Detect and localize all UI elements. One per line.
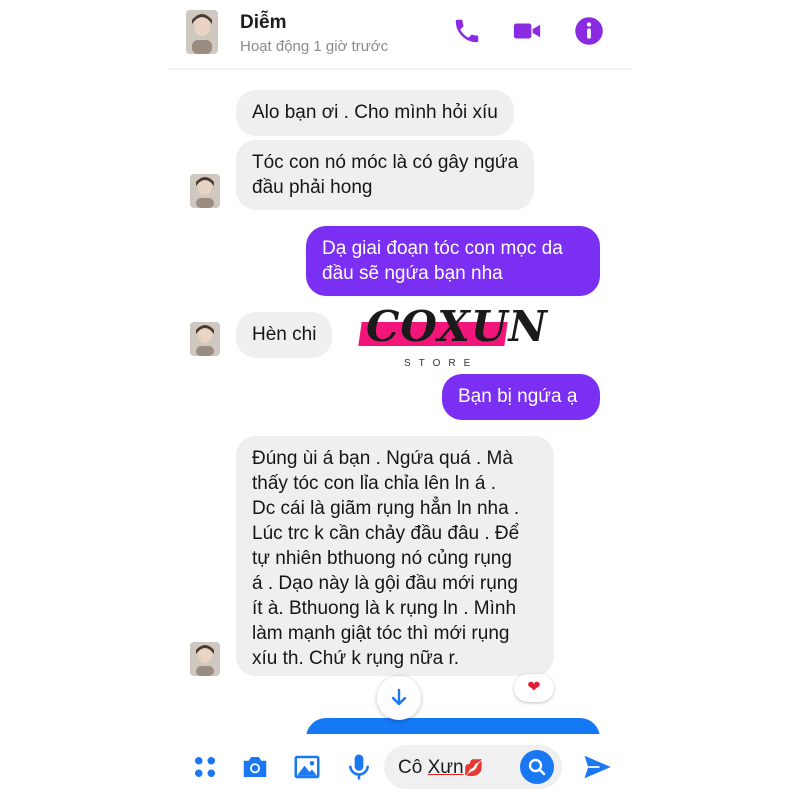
message-line: xíu th. Chứ k rụng nữa r. xyxy=(252,648,460,669)
message-line: làm mạnh giật tóc thì mới rụng xyxy=(252,623,510,644)
message-input[interactable]: Cô Xưn💋 xyxy=(384,745,562,789)
watermark-subtitle: STORE xyxy=(404,358,479,369)
message-list[interactable]: Alo bạn ơi . Cho mình hỏi xíu Tóc con nó… xyxy=(168,70,632,758)
info-icon[interactable] xyxy=(574,16,604,46)
message-bubble-incoming[interactable]: Alo bạn ơi . Cho mình hỏi xíu xyxy=(236,90,514,136)
message-input-text: Cô Xưn💋 xyxy=(398,757,483,779)
apps-grid-icon[interactable] xyxy=(190,752,220,782)
input-text-underlined: Xưn xyxy=(427,757,464,778)
video-call-icon[interactable] xyxy=(512,16,542,46)
message-bubble-incoming[interactable]: Hèn chi xyxy=(236,312,333,358)
composer-bar: Cô Xưn💋 xyxy=(168,734,632,800)
microphone-icon[interactable] xyxy=(344,752,374,782)
sender-avatar xyxy=(190,642,220,676)
message-line: đầu phải hong xyxy=(252,177,373,198)
messenger-screen: Diễm Hoạt động 1 giờ trước Alo bạn ơi . … xyxy=(168,0,632,800)
message-text: Alo bạn ơi . Cho mình hỏi xíu xyxy=(252,102,498,123)
active-status: Hoạt động 1 giờ trước xyxy=(240,38,389,55)
contact-name[interactable]: Diễm xyxy=(240,12,286,34)
message-bubble-outgoing[interactable]: Dạ giai đoạn tóc con mọc da đầu sẽ ngứa … xyxy=(306,226,600,296)
message-bubble-outgoing[interactable]: Bạn bị ngứa ạ xyxy=(442,374,600,420)
message-line: Lúc trc k cần chảy đầu đâu . Để xyxy=(252,523,520,544)
message-line: Đúng ùi á bạn . Ngứa quá . Mà xyxy=(252,448,513,469)
send-icon[interactable] xyxy=(582,752,612,782)
message-bubble-incoming[interactable]: Đúng ùi á bạn . Ngứa quá . Mà thấy tóc c… xyxy=(236,436,554,676)
sender-avatar xyxy=(190,174,220,208)
arrow-down-icon xyxy=(391,688,407,706)
message-line: tự nhiên bthuong nó củng rụng xyxy=(252,548,512,569)
message-bubble-incoming[interactable]: Tóc con nó móc là có gây ngứa đầu phải h… xyxy=(236,140,535,210)
lips-emoji: 💋 xyxy=(463,760,484,777)
input-text-prefix: Cô xyxy=(398,757,428,778)
heart-reaction[interactable]: ❤ xyxy=(514,674,554,702)
message-line: ít à. Bthuong là k rụng ln . Mình xyxy=(252,598,517,619)
message-line: đầu sẽ ngứa bạn nha xyxy=(322,263,503,284)
store-watermark-logo: COXUN STORE xyxy=(358,300,547,370)
message-line: Dc cái là giãm rụng hẳn ln nha . xyxy=(252,498,520,519)
search-icon[interactable] xyxy=(520,750,554,784)
contact-avatar[interactable] xyxy=(186,10,218,54)
watermark-brand: COXUN xyxy=(366,302,548,351)
message-text: Hèn chi xyxy=(252,324,317,345)
gallery-icon[interactable] xyxy=(292,752,322,782)
message-line: Tóc con nó móc là có gây ngứa xyxy=(252,152,519,173)
chat-header: Diễm Hoạt động 1 giờ trước xyxy=(168,0,632,68)
scroll-to-bottom-button[interactable] xyxy=(377,676,421,720)
message-line: á . Dạo này là gội đầu mới rụng xyxy=(252,573,518,594)
message-line: thấy tóc con lỉa chỉa lên ln á . xyxy=(252,473,496,494)
phone-icon[interactable] xyxy=(452,16,482,46)
message-line: Dạ giai đoạn tóc con mọc da xyxy=(322,238,563,259)
sender-avatar xyxy=(190,322,220,356)
camera-icon[interactable] xyxy=(240,752,270,782)
message-text: Bạn bị ngứa ạ xyxy=(458,386,578,407)
